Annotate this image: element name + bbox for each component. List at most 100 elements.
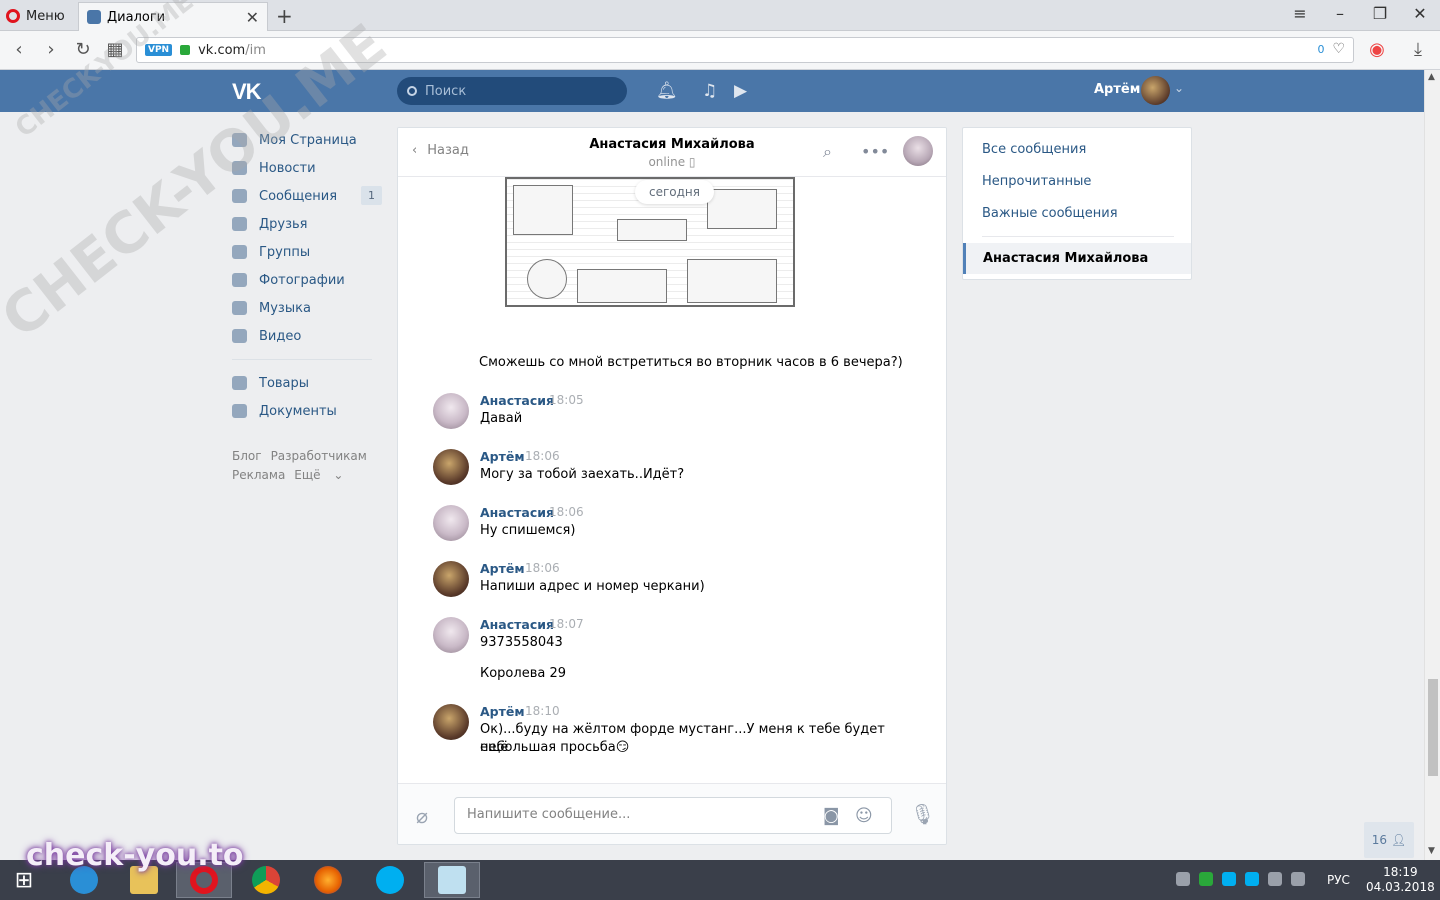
menu-item-groups[interactable]: Группы xyxy=(232,238,382,266)
opera-extension-icon[interactable]: ◉ xyxy=(1366,39,1388,60)
menu-item-photos[interactable]: Фотографии xyxy=(232,266,382,294)
message-input[interactable] xyxy=(467,807,807,822)
chat-avatar[interactable] xyxy=(903,136,933,166)
message-author[interactable]: Артём xyxy=(480,449,525,464)
bell-icon[interactable]: 🔔︎ xyxy=(656,81,678,101)
tray-skype-icon[interactable] xyxy=(1222,872,1236,886)
reload-icon[interactable]: ↻ xyxy=(72,39,94,60)
footer-more-link[interactable]: Ещё ⌄ xyxy=(294,468,343,482)
music-icon[interactable]: ♫ xyxy=(702,81,717,101)
scrollbar-thumb[interactable] xyxy=(1428,679,1438,776)
online-count: 16 xyxy=(1371,833,1388,847)
clock[interactable]: 18:19 04.03.2018 xyxy=(1366,865,1435,895)
news-icon xyxy=(232,161,247,175)
message-author[interactable]: Анастасия xyxy=(480,505,554,520)
menu-item-my-page[interactable]: Моя Страница xyxy=(232,126,382,154)
plan-room xyxy=(527,259,567,299)
message-time: 18:10 xyxy=(525,704,560,718)
messages-count-badge: 1 xyxy=(361,186,382,205)
active-dialog-item[interactable]: Анастасия Михайлова xyxy=(963,243,1191,274)
new-tab-button[interactable]: + xyxy=(276,4,293,28)
vk-logo-icon[interactable]: VK xyxy=(232,79,262,105)
menu-label: Видео xyxy=(259,328,302,344)
speed-dial-icon[interactable]: ▦ xyxy=(104,39,126,60)
input-language[interactable]: РУС xyxy=(1327,873,1350,887)
close-tab-icon[interactable]: ✕ xyxy=(246,8,259,27)
menu-item-messages[interactable]: Сообщения 1 xyxy=(232,182,382,210)
menu-item-news[interactable]: Новости xyxy=(232,154,382,182)
microphone-icon[interactable]: 🎙︎ xyxy=(910,802,935,826)
plan-room xyxy=(707,189,777,229)
restore-button[interactable]: ❐ xyxy=(1360,4,1400,23)
active-dialog-label: Анастасия Михайлова xyxy=(983,251,1149,266)
lock-icon[interactable] xyxy=(180,45,191,55)
tab-menu-icon[interactable]: ≡ xyxy=(1280,4,1320,23)
tray-app-icon[interactable] xyxy=(1176,872,1190,886)
menu-item-music[interactable]: Музыка xyxy=(232,294,382,322)
avatar[interactable] xyxy=(433,449,469,485)
menu-label: Сообщения xyxy=(259,188,338,204)
taskbar-skype[interactable] xyxy=(362,862,418,898)
url-field[interactable]: VPN vk.com /im 0 ♡ xyxy=(136,37,1354,63)
message-author[interactable]: Анастасия xyxy=(480,393,554,408)
message-author[interactable]: Артём xyxy=(480,561,525,576)
avatar[interactable] xyxy=(433,505,469,541)
address-bar-row: ‹ › ↻ ▦ VPN vk.com /im 0 ♡ ◉ ⤓ xyxy=(0,31,1440,70)
header-user-name[interactable]: Артём xyxy=(1094,82,1140,97)
firefox-icon xyxy=(314,866,342,894)
scroll-down-icon[interactable]: ▼ xyxy=(1428,846,1435,856)
watermark-site: check-you.to xyxy=(26,838,244,873)
status-text: online xyxy=(648,155,686,169)
search-icon[interactable]: ⌕ xyxy=(823,142,832,162)
close-window-button[interactable]: ✕ xyxy=(1400,4,1440,23)
chevron-down-icon[interactable]: ⌄ xyxy=(1174,81,1184,95)
message-author[interactable]: Анастасия xyxy=(480,617,554,632)
footer-ads-link[interactable]: Реклама xyxy=(232,468,285,482)
menu-item-goods[interactable]: Товары xyxy=(232,369,382,397)
header-avatar[interactable] xyxy=(1141,76,1170,105)
footer-dev-link[interactable]: Разработчикам xyxy=(271,449,367,463)
message-input-box[interactable]: ◙ ☺ xyxy=(454,797,892,834)
download-icon[interactable]: ⤓ xyxy=(1407,39,1429,60)
forward-icon[interactable]: › xyxy=(40,39,62,60)
tray-network-icon[interactable] xyxy=(1268,872,1282,886)
search-input[interactable]: Поиск xyxy=(397,77,627,105)
avatar[interactable] xyxy=(433,704,469,740)
avatar[interactable] xyxy=(433,617,469,653)
message-author[interactable]: Артём xyxy=(480,704,525,719)
document-icon xyxy=(232,404,247,418)
emoji-icon[interactable]: ☺ xyxy=(855,806,873,826)
filter-unread[interactable]: Непрочитанные xyxy=(982,174,1091,189)
camera-icon[interactable]: ◙ xyxy=(823,806,840,826)
filter-all-messages[interactable]: Все сообщения xyxy=(982,142,1086,157)
back-icon[interactable]: ‹ xyxy=(8,39,30,60)
footer-blog-link[interactable]: Блог xyxy=(232,449,262,463)
menu-label: Музыка xyxy=(259,300,311,316)
more-icon[interactable]: ••• xyxy=(861,142,889,161)
filter-important[interactable]: Важные сообщения xyxy=(982,206,1118,221)
page-scrollbar[interactable]: ▲ ▼ xyxy=(1424,70,1440,860)
heart-icon[interactable]: ♡ xyxy=(1332,41,1345,57)
browser-tab[interactable]: Диалоги ✕ xyxy=(78,2,268,31)
taskbar-chrome[interactable] xyxy=(238,862,294,898)
avatar[interactable] xyxy=(433,393,469,429)
online-friends-button[interactable]: 16 👤︎ xyxy=(1364,822,1414,858)
opera-menu-button[interactable]: Меню xyxy=(6,5,65,27)
play-icon[interactable]: ▶ xyxy=(734,81,747,101)
vpn-badge[interactable]: VPN xyxy=(145,44,173,56)
tray-skype-icon[interactable] xyxy=(1245,872,1259,886)
menu-item-friends[interactable]: Друзья xyxy=(232,210,382,238)
paperclip-icon[interactable]: ⌀ xyxy=(416,804,428,828)
vk-header: VK Поиск 🔔︎ ♫ ▶ Артём ⌄ xyxy=(0,70,1424,112)
menu-item-documents[interactable]: Документы xyxy=(232,397,382,425)
taskbar-firefox[interactable] xyxy=(300,862,356,898)
minimize-button[interactable]: – xyxy=(1320,4,1360,23)
menu-item-video[interactable]: Видео xyxy=(232,322,382,350)
tray-vpn-icon[interactable] xyxy=(1199,872,1213,886)
tray-volume-icon[interactable] xyxy=(1291,872,1305,886)
footer-links: Блог Разработчикам Реклама Ещё ⌄ xyxy=(232,447,382,485)
adblock-count[interactable]: 0 xyxy=(1317,43,1324,56)
avatar[interactable] xyxy=(433,561,469,597)
taskbar-app[interactable] xyxy=(424,862,480,898)
scroll-up-icon[interactable]: ▲ xyxy=(1428,72,1435,82)
